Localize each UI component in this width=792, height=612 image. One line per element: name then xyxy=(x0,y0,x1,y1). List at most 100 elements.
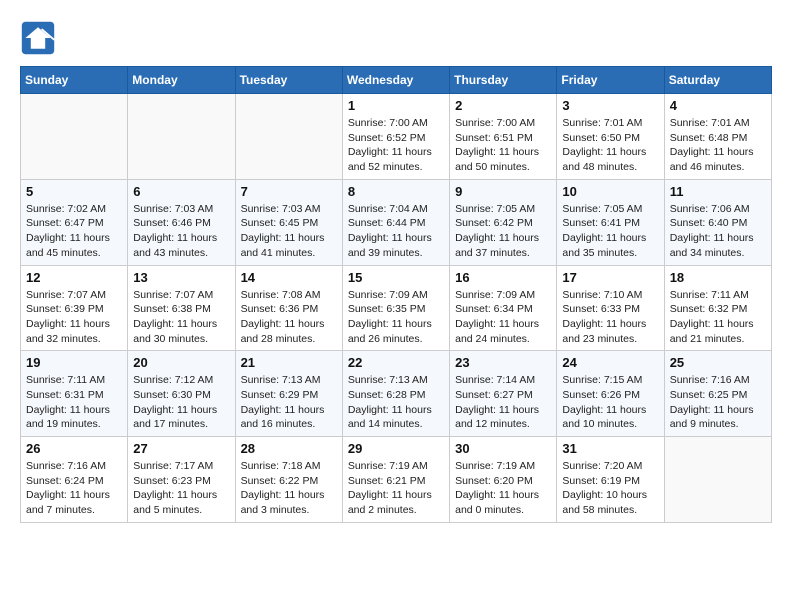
day-number: 2 xyxy=(455,98,551,113)
calendar-cell: 14 Sunrise: 7:08 AM Sunset: 6:36 PM Dayli… xyxy=(235,265,342,351)
calendar-week-row: 1 Sunrise: 7:00 AM Sunset: 6:52 PM Daylig… xyxy=(21,94,772,180)
calendar-cell: 24 Sunrise: 7:15 AM Sunset: 6:26 PM Dayli… xyxy=(557,351,664,437)
day-number: 5 xyxy=(26,184,122,199)
calendar-cell: 15 Sunrise: 7:09 AM Sunset: 6:35 PM Dayli… xyxy=(342,265,449,351)
day-number: 28 xyxy=(241,441,337,456)
calendar-cell: 19Sunrise: 7:11 AM Sunset: 6:31 PM Dayli… xyxy=(21,351,128,437)
day-info: Sunrise: 7:07 AM Sunset: 6:39 PM Dayligh… xyxy=(26,288,122,347)
day-info: Sunrise: 7:07 AM Sunset: 6:38 PM Dayligh… xyxy=(133,288,229,347)
day-number: 6 xyxy=(133,184,229,199)
calendar-cell: 23 Sunrise: 7:14 AM Sunset: 6:27 PM Dayli… xyxy=(450,351,557,437)
day-info: Sunrise: 7:19 AM Sunset: 6:20 PM Dayligh… xyxy=(455,459,551,518)
calendar-table: SundayMondayTuesdayWednesdayThursdayFrid… xyxy=(20,66,772,523)
day-number: 8 xyxy=(348,184,444,199)
day-info: Sunrise: 7:00 AM Sunset: 6:52 PM Dayligh… xyxy=(348,116,444,175)
calendar-cell: 6 Sunrise: 7:03 AM Sunset: 6:46 PM Daylig… xyxy=(128,179,235,265)
calendar-cell: 18 Sunrise: 7:11 AM Sunset: 6:32 PM Dayli… xyxy=(664,265,771,351)
calendar-cell: 22 Sunrise: 7:13 AM Sunset: 6:28 PM Dayli… xyxy=(342,351,449,437)
calendar-cell: 11Sunrise: 7:06 AM Sunset: 6:40 PM Dayli… xyxy=(664,179,771,265)
calendar-cell: 4 Sunrise: 7:01 AM Sunset: 6:48 PM Daylig… xyxy=(664,94,771,180)
day-info: Sunrise: 7:16 AM Sunset: 6:24 PM Dayligh… xyxy=(26,459,122,518)
day-info: Sunrise: 7:16 AM Sunset: 6:25 PM Dayligh… xyxy=(670,373,766,432)
calendar-cell: 10 Sunrise: 7:05 AM Sunset: 6:41 PM Dayli… xyxy=(557,179,664,265)
weekday-header: Wednesday xyxy=(342,67,449,94)
day-number: 3 xyxy=(562,98,658,113)
day-number: 23 xyxy=(455,355,551,370)
weekday-header: Sunday xyxy=(21,67,128,94)
calendar-cell: 13 Sunrise: 7:07 AM Sunset: 6:38 PM Dayli… xyxy=(128,265,235,351)
calendar-cell: 29 Sunrise: 7:19 AM Sunset: 6:21 PM Dayli… xyxy=(342,437,449,523)
day-info: Sunrise: 7:11 AM Sunset: 6:32 PM Dayligh… xyxy=(670,288,766,347)
day-number: 25 xyxy=(670,355,766,370)
day-info: Sunrise: 7:14 AM Sunset: 6:27 PM Dayligh… xyxy=(455,373,551,432)
day-number: 12 xyxy=(26,270,122,285)
calendar-cell: 17 Sunrise: 7:10 AM Sunset: 6:33 PM Dayli… xyxy=(557,265,664,351)
day-info: Sunrise: 7:18 AM Sunset: 6:22 PM Dayligh… xyxy=(241,459,337,518)
weekday-header: Thursday xyxy=(450,67,557,94)
calendar-cell: 2 Sunrise: 7:00 AM Sunset: 6:51 PM Daylig… xyxy=(450,94,557,180)
day-number: 29 xyxy=(348,441,444,456)
day-number: 7 xyxy=(241,184,337,199)
day-number: 31 xyxy=(562,441,658,456)
day-number: 30 xyxy=(455,441,551,456)
day-number: 20 xyxy=(133,355,229,370)
day-number: 14 xyxy=(241,270,337,285)
day-info: Sunrise: 7:06 AM Sunset: 6:40 PM Dayligh… xyxy=(670,202,766,261)
day-info: Sunrise: 7:02 AM Sunset: 6:47 PM Dayligh… xyxy=(26,202,122,261)
calendar-cell: 5 Sunrise: 7:02 AM Sunset: 6:47 PM Daylig… xyxy=(21,179,128,265)
calendar-cell: 25 Sunrise: 7:16 AM Sunset: 6:25 PM Dayli… xyxy=(664,351,771,437)
day-number: 15 xyxy=(348,270,444,285)
logo-icon xyxy=(20,20,56,56)
calendar-cell: 12 Sunrise: 7:07 AM Sunset: 6:39 PM Dayli… xyxy=(21,265,128,351)
day-number: 22 xyxy=(348,355,444,370)
day-number: 19 xyxy=(26,355,122,370)
calendar-cell: 20Sunrise: 7:12 AM Sunset: 6:30 PM Dayli… xyxy=(128,351,235,437)
day-number: 17 xyxy=(562,270,658,285)
day-info: Sunrise: 7:17 AM Sunset: 6:23 PM Dayligh… xyxy=(133,459,229,518)
day-info: Sunrise: 7:03 AM Sunset: 6:46 PM Dayligh… xyxy=(133,202,229,261)
day-info: Sunrise: 7:05 AM Sunset: 6:41 PM Dayligh… xyxy=(562,202,658,261)
calendar-cell: 8 Sunrise: 7:04 AM Sunset: 6:44 PM Daylig… xyxy=(342,179,449,265)
day-number: 24 xyxy=(562,355,658,370)
day-number: 1 xyxy=(348,98,444,113)
calendar-cell xyxy=(21,94,128,180)
day-info: Sunrise: 7:09 AM Sunset: 6:34 PM Dayligh… xyxy=(455,288,551,347)
calendar-cell: 21 Sunrise: 7:13 AM Sunset: 6:29 PM Dayli… xyxy=(235,351,342,437)
day-info: Sunrise: 7:00 AM Sunset: 6:51 PM Dayligh… xyxy=(455,116,551,175)
day-info: Sunrise: 7:04 AM Sunset: 6:44 PM Dayligh… xyxy=(348,202,444,261)
calendar-cell: 9 Sunrise: 7:05 AM Sunset: 6:42 PM Daylig… xyxy=(450,179,557,265)
day-info: Sunrise: 7:10 AM Sunset: 6:33 PM Dayligh… xyxy=(562,288,658,347)
calendar-cell xyxy=(128,94,235,180)
weekday-header: Saturday xyxy=(664,67,771,94)
day-info: Sunrise: 7:19 AM Sunset: 6:21 PM Dayligh… xyxy=(348,459,444,518)
day-number: 10 xyxy=(562,184,658,199)
calendar-cell: 26Sunrise: 7:16 AM Sunset: 6:24 PM Dayli… xyxy=(21,437,128,523)
day-number: 4 xyxy=(670,98,766,113)
calendar-week-row: 12 Sunrise: 7:07 AM Sunset: 6:39 PM Dayli… xyxy=(21,265,772,351)
calendar-cell: 27Sunrise: 7:17 AM Sunset: 6:23 PM Dayli… xyxy=(128,437,235,523)
day-number: 21 xyxy=(241,355,337,370)
calendar-week-row: 26Sunrise: 7:16 AM Sunset: 6:24 PM Dayli… xyxy=(21,437,772,523)
day-info: Sunrise: 7:13 AM Sunset: 6:28 PM Dayligh… xyxy=(348,373,444,432)
day-info: Sunrise: 7:08 AM Sunset: 6:36 PM Dayligh… xyxy=(241,288,337,347)
day-info: Sunrise: 7:05 AM Sunset: 6:42 PM Dayligh… xyxy=(455,202,551,261)
calendar-cell: 1 Sunrise: 7:00 AM Sunset: 6:52 PM Daylig… xyxy=(342,94,449,180)
day-info: Sunrise: 7:01 AM Sunset: 6:50 PM Dayligh… xyxy=(562,116,658,175)
day-number: 18 xyxy=(670,270,766,285)
day-info: Sunrise: 7:09 AM Sunset: 6:35 PM Dayligh… xyxy=(348,288,444,347)
day-number: 13 xyxy=(133,270,229,285)
day-info: Sunrise: 7:15 AM Sunset: 6:26 PM Dayligh… xyxy=(562,373,658,432)
day-info: Sunrise: 7:13 AM Sunset: 6:29 PM Dayligh… xyxy=(241,373,337,432)
calendar-week-row: 19Sunrise: 7:11 AM Sunset: 6:31 PM Dayli… xyxy=(21,351,772,437)
day-number: 16 xyxy=(455,270,551,285)
day-info: Sunrise: 7:01 AM Sunset: 6:48 PM Dayligh… xyxy=(670,116,766,175)
calendar-cell xyxy=(664,437,771,523)
calendar-cell: 28 Sunrise: 7:18 AM Sunset: 6:22 PM Dayli… xyxy=(235,437,342,523)
calendar-cell: 30 Sunrise: 7:19 AM Sunset: 6:20 PM Dayli… xyxy=(450,437,557,523)
day-number: 9 xyxy=(455,184,551,199)
calendar-cell: 7Sunrise: 7:03 AM Sunset: 6:45 PM Daylig… xyxy=(235,179,342,265)
calendar-cell: 3 Sunrise: 7:01 AM Sunset: 6:50 PM Daylig… xyxy=(557,94,664,180)
day-info: Sunrise: 7:20 AM Sunset: 6:19 PM Dayligh… xyxy=(562,459,658,518)
calendar-week-row: 5 Sunrise: 7:02 AM Sunset: 6:47 PM Daylig… xyxy=(21,179,772,265)
page-header xyxy=(20,20,772,56)
